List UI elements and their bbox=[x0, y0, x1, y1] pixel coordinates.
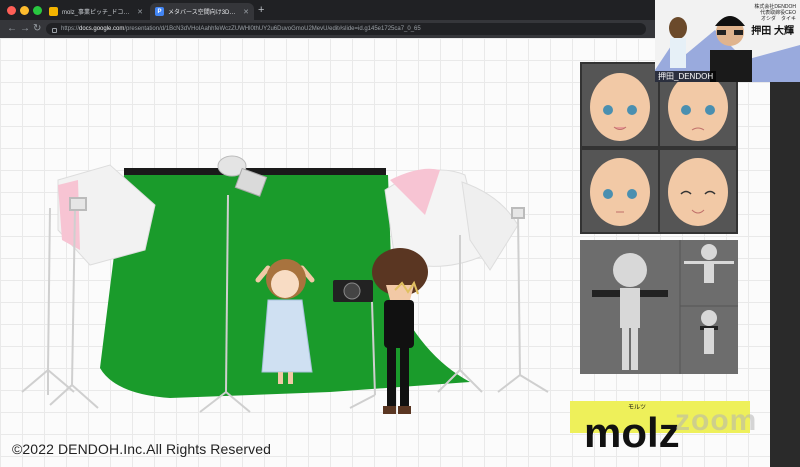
tab-title: molz_事業ピッチ_ドコモベンチャ… bbox=[62, 10, 133, 16]
logo-text: molz bbox=[584, 409, 680, 451]
address-bar[interactable]: https://docs.google.com/presentation/d/1… bbox=[46, 23, 646, 35]
tab-title: メタバース空間向け3Dアバター… bbox=[168, 10, 239, 16]
face-expressions-panel bbox=[580, 62, 738, 234]
studio-scene-illustration bbox=[21, 155, 549, 414]
lock-icon bbox=[52, 27, 57, 33]
right-sidebar bbox=[770, 38, 800, 467]
forward-icon[interactable]: → bbox=[20, 21, 30, 37]
mesh-model-panel bbox=[580, 240, 738, 374]
face-smile bbox=[660, 150, 736, 232]
google-slides-icon bbox=[49, 7, 58, 16]
address-url: https://docs.google.com/presentation/d/1… bbox=[61, 26, 421, 32]
avatar-girl bbox=[255, 259, 315, 384]
close-tab-icon[interactable]: ✕ bbox=[243, 8, 249, 16]
slide-copyright: ©2022 DENDOH.Inc.All Rights Reserved bbox=[12, 441, 272, 457]
browser-tab-slides[interactable]: molz_事業ピッチ_ドコモベンチャ… ✕ bbox=[44, 3, 148, 20]
google-docs-icon: P bbox=[155, 7, 164, 16]
face-calm bbox=[582, 150, 658, 232]
participant-name-label: 押田_DENDOH bbox=[655, 71, 717, 82]
reload-icon[interactable]: ↻ bbox=[33, 21, 41, 37]
zoom-watermark: zoom bbox=[675, 404, 758, 437]
logo-ruby: モルツ bbox=[628, 404, 646, 411]
close-window-icon[interactable] bbox=[7, 6, 16, 15]
presenter-video-tile[interactable]: 株式会社DENDOH 代表取締役CEO オシダ タイキ 押田 大輝 押田_DEN… bbox=[655, 0, 800, 82]
presenter-name: 押田 大輝 bbox=[751, 26, 794, 37]
new-tab-button[interactable]: + bbox=[258, 3, 264, 17]
minimize-window-icon[interactable] bbox=[20, 6, 29, 15]
back-icon[interactable]: ← bbox=[7, 21, 17, 37]
face-neutral bbox=[582, 64, 658, 146]
close-tab-icon[interactable]: ✕ bbox=[137, 8, 143, 16]
presenter-company: 株式会社DENDOH 代表取締役CEO オシダ タイキ bbox=[754, 4, 796, 22]
browser-tab-docs[interactable]: P メタバース空間向け3Dアバター… ✕ bbox=[150, 3, 254, 20]
zoom-window-icon[interactable] bbox=[33, 6, 42, 15]
